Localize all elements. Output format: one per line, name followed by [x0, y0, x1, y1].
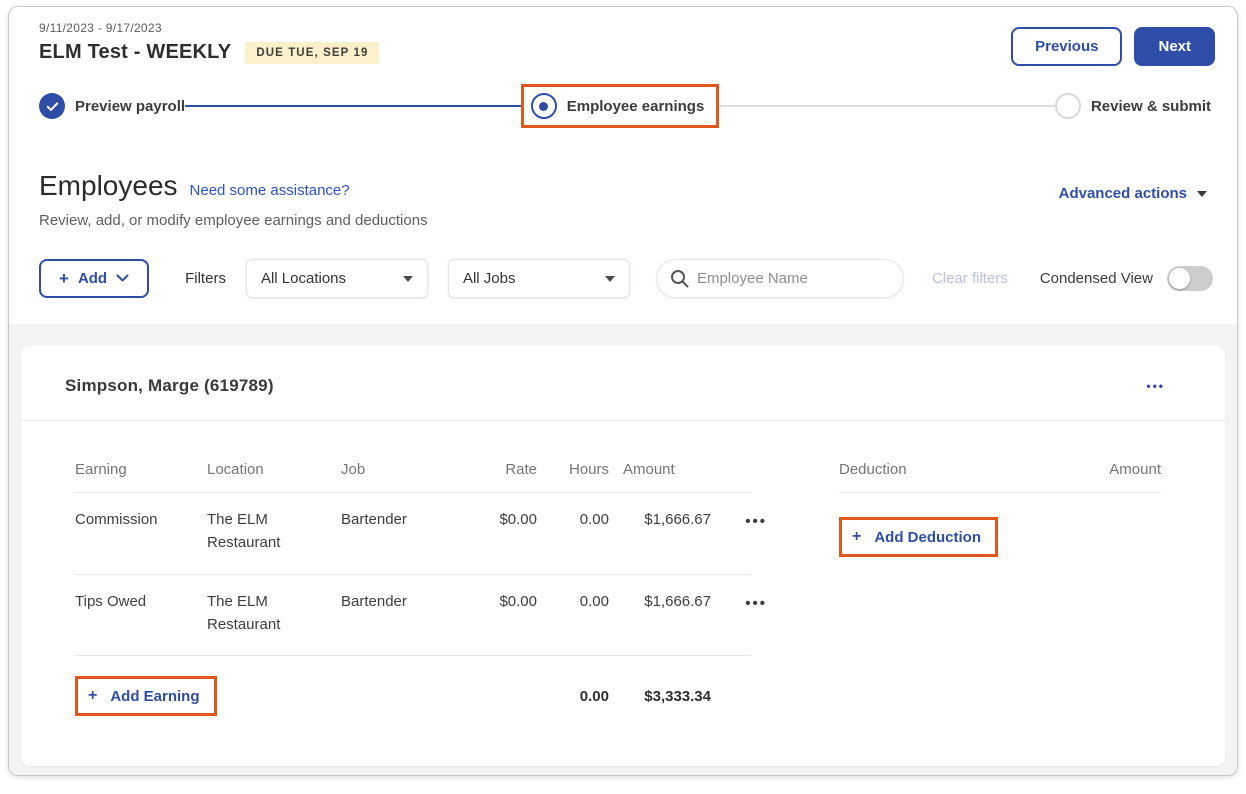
earning-hours: 0.00: [551, 508, 609, 531]
earning-location: The ELM Restaurant: [207, 508, 327, 555]
step-employee-earnings[interactable]: Employee earnings: [531, 93, 705, 119]
earning-row: Commission The ELM Restaurant Bartender …: [75, 493, 751, 575]
page-title: Employees: [39, 170, 178, 202]
step-preview-payroll[interactable]: Preview payroll: [39, 93, 185, 119]
col-deduction: Deduction: [839, 461, 907, 478]
previous-button[interactable]: Previous: [1011, 27, 1122, 66]
condensed-view-label: Condensed View: [1040, 270, 1153, 287]
total-hours: 0.00: [551, 688, 609, 705]
employee-card-menu-icon[interactable]: •••: [1146, 379, 1165, 393]
step-label: Employee earnings: [567, 98, 705, 115]
payroll-window: 9/11/2023 - 9/17/2023 ELM Test - WEEKLY …: [8, 6, 1238, 776]
filters-toolbar: + Add Filters All Locations All Jobs Cl: [39, 259, 1215, 298]
annotation-box-add-earning: + Add Earning: [75, 676, 217, 716]
col-hours: Hours: [551, 461, 609, 478]
next-button[interactable]: Next: [1134, 27, 1215, 66]
earning-row: Tips Owed The ELM Restaurant Bartender $…: [75, 575, 751, 657]
earning-rate: $0.00: [473, 590, 537, 613]
add-button-label: Add: [78, 270, 107, 287]
toggle-knob: [1169, 268, 1190, 289]
chevron-down-icon: [605, 276, 615, 282]
chevron-down-icon: [116, 274, 129, 283]
job-filter-select[interactable]: All Jobs: [448, 259, 630, 298]
employee-search-input[interactable]: [656, 259, 904, 298]
earning-rate: $0.00: [473, 508, 537, 531]
col-earning: Earning: [75, 461, 193, 478]
employee-card: Simpson, Marge (619789) ••• Earning Loca…: [21, 346, 1225, 766]
add-deduction-label: Add Deduction: [874, 529, 981, 546]
annotation-box-employee-earnings: Employee earnings: [521, 84, 720, 128]
earning-job: Bartender: [341, 508, 459, 531]
payroll-stepper: Preview payroll Employee earnings Review…: [39, 84, 1215, 128]
earnings-table: Earning Location Job Rate Hours Amount C…: [75, 461, 751, 726]
filters-label: Filters: [185, 270, 226, 287]
add-deduction-button[interactable]: + Add Deduction: [852, 528, 981, 546]
radio-empty-icon: [1055, 93, 1081, 119]
page-header: 9/11/2023 - 9/17/2023 ELM Test - WEEKLY …: [9, 7, 1237, 324]
col-job: Job: [341, 461, 459, 478]
location-filter-value: All Locations: [261, 270, 346, 287]
payroll-title: ELM Test - WEEKLY: [39, 41, 231, 64]
col-deduction-amount: Amount: [1109, 461, 1161, 478]
earning-row-menu-icon[interactable]: •••: [725, 508, 767, 533]
plus-icon: +: [852, 528, 861, 546]
add-earning-label: Add Earning: [110, 688, 199, 705]
earnings-footer-row: + Add Earning 0.00 $3,333.34: [75, 656, 751, 726]
earning-type: Tips Owed: [75, 590, 193, 613]
deductions-panel: Deduction Amount + Add Deduction: [839, 461, 1161, 726]
job-filter-value: All Jobs: [463, 270, 516, 287]
earning-row-menu-icon[interactable]: •••: [725, 590, 767, 615]
earning-type: Commission: [75, 508, 193, 531]
due-date-badge: DUE TUE, SEP 19: [245, 42, 379, 64]
employee-search: [656, 259, 904, 298]
earning-amount: $1,666.67: [623, 508, 711, 531]
check-icon: [39, 93, 65, 119]
employees-list-area: Simpson, Marge (619789) ••• Earning Loca…: [9, 324, 1237, 775]
search-icon: [670, 269, 689, 288]
need-assistance-link[interactable]: Need some assistance?: [190, 182, 350, 199]
stepper-connector: [185, 105, 521, 107]
earnings-header-row: Earning Location Job Rate Hours Amount: [75, 461, 751, 493]
add-earning-button[interactable]: + Add Earning: [88, 687, 200, 705]
chevron-down-icon: [1197, 191, 1207, 197]
payroll-period-block: 9/11/2023 - 9/17/2023 ELM Test - WEEKLY …: [31, 21, 379, 64]
chevron-down-icon: [403, 276, 413, 282]
clear-filters-link[interactable]: Clear filters: [932, 270, 1008, 287]
step-label: Preview payroll: [75, 98, 185, 115]
plus-icon: +: [59, 270, 69, 287]
annotation-box-add-deduction: + Add Deduction: [839, 517, 998, 557]
col-amount: Amount: [623, 461, 711, 478]
step-review-submit[interactable]: Review & submit: [1055, 93, 1211, 119]
plus-icon: +: [88, 687, 97, 705]
step-label: Review & submit: [1091, 98, 1211, 115]
total-amount: $3,333.34: [623, 688, 711, 705]
location-filter-select[interactable]: All Locations: [246, 259, 428, 298]
earning-hours: 0.00: [551, 590, 609, 613]
condensed-view-toggle[interactable]: [1167, 266, 1213, 291]
earning-job: Bartender: [341, 590, 459, 613]
earning-location: The ELM Restaurant: [207, 590, 327, 637]
col-location: Location: [207, 461, 327, 478]
advanced-actions-label: Advanced actions: [1059, 185, 1187, 202]
add-dropdown-button[interactable]: + Add: [39, 259, 149, 298]
radio-selected-icon: [531, 93, 557, 119]
advanced-actions-dropdown[interactable]: Advanced actions: [1059, 185, 1207, 202]
deductions-header-row: Deduction Amount: [839, 461, 1161, 493]
earning-amount: $1,666.67: [623, 590, 711, 613]
stepper-connector: [719, 105, 1055, 107]
col-rate: Rate: [473, 461, 537, 478]
employee-name: Simpson, Marge (619789): [65, 376, 274, 396]
pay-period-dates: 9/11/2023 - 9/17/2023: [39, 21, 379, 35]
page-subtitle: Review, add, or modify employee earnings…: [39, 212, 1207, 229]
